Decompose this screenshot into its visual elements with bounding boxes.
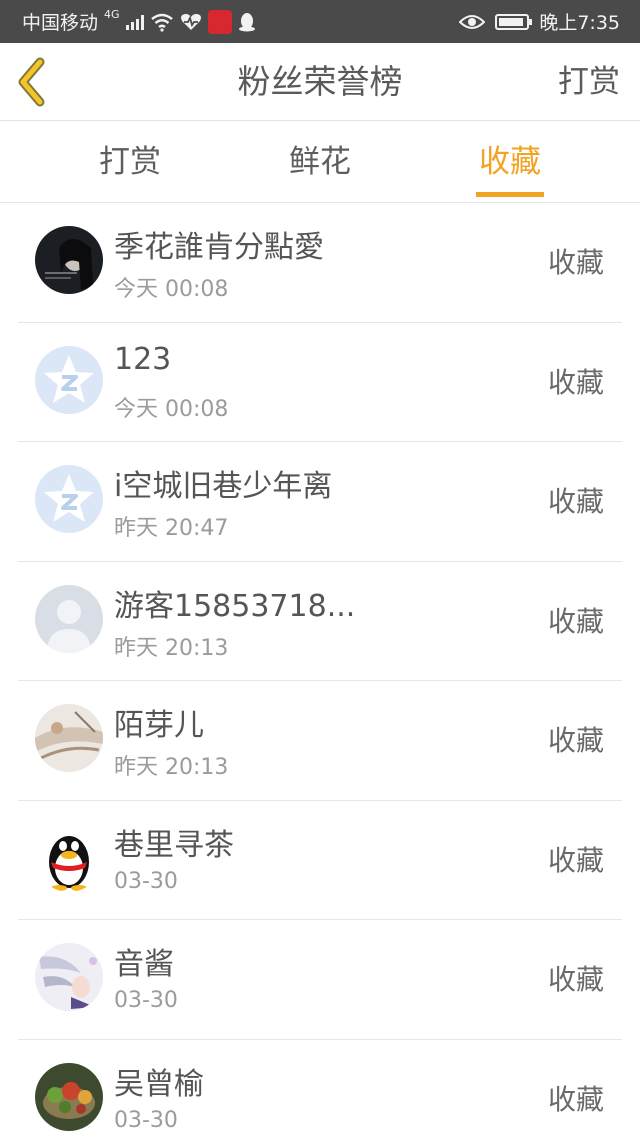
back-button[interactable] xyxy=(10,53,66,111)
app-notification-icon xyxy=(207,9,232,34)
status-bar: 中国移动 4G 晚上7:35 xyxy=(0,0,640,43)
default-person-icon xyxy=(35,584,103,653)
fan-action-label: 收藏 xyxy=(547,485,604,518)
fan-action-label: 收藏 xyxy=(547,724,604,757)
tab-reward[interactable]: 打赏 xyxy=(35,121,225,203)
fan-name: 吴曾榆 xyxy=(114,1066,204,1102)
list-item[interactable]: 游客15853718... 昨天 20:13 收藏 xyxy=(18,562,622,681)
fan-time: 今天 00:08 xyxy=(114,277,229,302)
fan-list: 季花誰肯分點愛 今天 00:08 收藏 123 今天 00:08 收藏 i空城旧… xyxy=(18,203,622,1138)
status-right: 晚上7:35 xyxy=(459,8,620,35)
fan-time: 03-30 xyxy=(114,1107,178,1133)
reward-button[interactable]: 打赏 xyxy=(558,43,620,121)
avatar xyxy=(35,943,103,1011)
fan-name: i空城旧巷少年离 xyxy=(114,469,333,504)
avatar xyxy=(35,226,103,294)
fan-time: 今天 00:08 xyxy=(114,396,229,422)
app-screen: 中国移动 4G 晚上7:35 粉丝荣誉榜 打赏 打赏 鲜花 收藏 季花誰肯分點愛… xyxy=(0,0,640,1138)
wifi-icon xyxy=(150,13,173,32)
qzone-star-icon xyxy=(35,465,103,533)
eye-comfort-icon xyxy=(459,14,486,29)
qzone-star-icon xyxy=(35,345,103,414)
photo-avatar-dark-portrait-icon xyxy=(35,226,103,294)
tab-favorites[interactable]: 收藏 xyxy=(415,121,605,203)
chevron-left-icon xyxy=(18,57,45,107)
page-title: 粉丝荣誉榜 xyxy=(237,62,403,101)
list-item[interactable]: i空城旧巷少年离 昨天 20:47 收藏 xyxy=(18,442,622,562)
fan-time: 昨天 20:13 xyxy=(114,635,229,661)
avatar xyxy=(35,584,103,653)
fan-time: 昨天 20:47 xyxy=(114,516,229,541)
qq-penguin-icon xyxy=(35,823,103,892)
fan-action-label: 收藏 xyxy=(547,604,604,638)
fan-action-label: 收藏 xyxy=(547,365,604,399)
status-time: 晚上7:35 xyxy=(539,12,620,34)
heart-rate-icon xyxy=(180,13,201,30)
fan-name: 音酱 xyxy=(114,947,174,982)
fan-action-label: 收藏 xyxy=(547,843,604,877)
avatar xyxy=(35,704,103,772)
photo-avatar-food-icon xyxy=(35,1062,103,1131)
list-item[interactable]: 陌芽儿 昨天 20:13 收藏 xyxy=(18,681,622,801)
status-left: 中国移动 4G xyxy=(22,8,459,35)
fan-time: 03-30 xyxy=(114,988,178,1013)
avatar xyxy=(35,465,103,533)
qq-notification-icon xyxy=(238,12,255,31)
avatar xyxy=(35,823,103,892)
fan-name: 巷里寻茶 xyxy=(114,827,234,863)
list-item[interactable]: 吴曾榆 03-30 收藏 xyxy=(18,1040,622,1138)
fan-time: 昨天 20:13 xyxy=(114,755,229,780)
signal-icon xyxy=(125,14,144,30)
fan-action-label: 收藏 xyxy=(547,963,604,996)
list-item[interactable]: 音酱 03-30 收藏 xyxy=(18,920,622,1040)
tab-flowers[interactable]: 鲜花 xyxy=(225,121,415,203)
fan-name: 123 xyxy=(114,341,172,377)
fan-name: 陌芽儿 xyxy=(114,708,204,743)
carrier-name: 中国移动 xyxy=(22,12,99,34)
fan-time: 03-30 xyxy=(114,868,178,894)
list-item[interactable]: 123 今天 00:08 收藏 xyxy=(18,323,622,442)
battery-icon xyxy=(495,13,533,30)
list-item[interactable]: 巷里寻茶 03-30 收藏 xyxy=(18,801,622,920)
list-item[interactable]: 季花誰肯分點愛 今天 00:08 收藏 xyxy=(18,203,622,323)
fan-name: 游客15853718... xyxy=(114,588,356,624)
fan-action-label: 收藏 xyxy=(547,246,604,279)
network-type: 4G xyxy=(104,8,120,21)
avatar xyxy=(35,345,103,414)
photo-avatar-light-icon xyxy=(35,704,103,772)
tab-bar: 打赏 鲜花 收藏 xyxy=(0,121,640,203)
fan-name: 季花誰肯分點愛 xyxy=(114,230,324,265)
fan-action-label: 收藏 xyxy=(547,1082,604,1116)
navigation-bar: 粉丝荣誉榜 打赏 xyxy=(0,43,640,121)
avatar xyxy=(35,1062,103,1131)
anime-avatar-icon xyxy=(35,943,103,1011)
